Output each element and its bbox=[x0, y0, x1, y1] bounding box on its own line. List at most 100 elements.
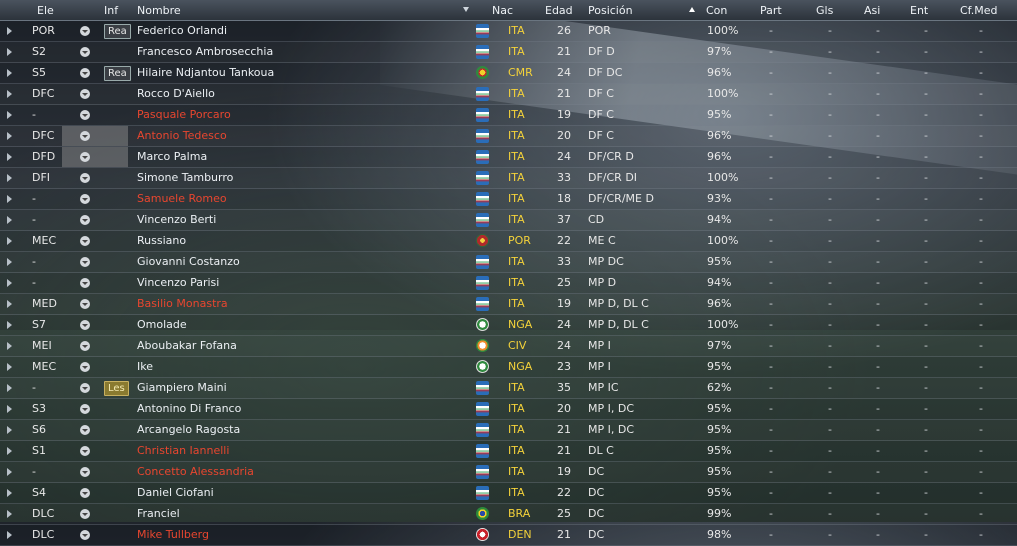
position-slot[interactable]: - bbox=[32, 462, 36, 482]
info-dropdown-icon[interactable] bbox=[80, 404, 90, 414]
position-slot[interactable]: S7 bbox=[32, 315, 46, 335]
col-nombre[interactable]: Nombre bbox=[137, 0, 181, 20]
info-dropdown-icon[interactable] bbox=[80, 215, 90, 225]
info-dropdown-icon[interactable] bbox=[80, 68, 90, 78]
sort-down-icon[interactable] bbox=[463, 7, 469, 12]
table-row[interactable]: S6 Arcangelo Ragosta ITA 21 MP I, DC 95% - - - - - bbox=[0, 420, 1017, 441]
col-edad[interactable]: Edad bbox=[545, 0, 573, 20]
expand-arrow-icon[interactable] bbox=[7, 195, 12, 203]
col-ent[interactable]: Ent bbox=[910, 0, 928, 20]
info-dropdown-icon[interactable] bbox=[80, 383, 90, 393]
table-row[interactable]: MED Basilio Monastra ITA 19 MP D, DL C 96% - - -… bbox=[0, 294, 1017, 315]
col-gls[interactable]: Gls bbox=[816, 0, 833, 20]
table-row[interactable]: DFI Simone Tamburro ITA 33 DF/CR DI 100% - - - - - bbox=[0, 168, 1017, 189]
expand-arrow-icon[interactable] bbox=[7, 132, 12, 140]
position-slot[interactable]: - bbox=[32, 210, 36, 230]
player-name[interactable]: Vincenzo Berti bbox=[137, 210, 216, 230]
position-slot[interactable]: DFI bbox=[32, 168, 50, 188]
table-row[interactable]: S5 Rea Hilaire Ndjantou Tankoua CMR 24 DF DC 9… bbox=[0, 63, 1017, 84]
table-row[interactable]: POR Rea Federico Orlandi ITA 26 POR 100% - - - - - bbox=[0, 21, 1017, 42]
expand-arrow-icon[interactable] bbox=[7, 510, 12, 518]
info-dropdown-icon[interactable] bbox=[80, 299, 90, 309]
info-dropdown-icon[interactable] bbox=[80, 278, 90, 288]
player-name[interactable]: Giampiero Maini bbox=[137, 378, 227, 398]
player-name[interactable]: Basilio Monastra bbox=[137, 294, 228, 314]
expand-arrow-icon[interactable] bbox=[7, 447, 12, 455]
col-inf[interactable]: Inf bbox=[104, 0, 118, 20]
player-name[interactable]: Antonino Di Franco bbox=[137, 399, 241, 419]
expand-arrow-icon[interactable] bbox=[7, 90, 12, 98]
player-name[interactable]: Pasquale Porcaro bbox=[137, 105, 231, 125]
info-dropdown-icon[interactable] bbox=[80, 131, 90, 141]
table-row[interactable]: MEC Ike NGA 23 MP I 95% - - - - - bbox=[0, 357, 1017, 378]
info-dropdown-icon[interactable] bbox=[80, 425, 90, 435]
table-row[interactable]: DFC Antonio Tedesco ITA 20 DF C 96% - - - - - bbox=[0, 126, 1017, 147]
info-dropdown-icon[interactable] bbox=[80, 194, 90, 204]
table-row[interactable]: S2 Francesco Ambrosecchia ITA 21 DF D 97% - - - -… bbox=[0, 42, 1017, 63]
expand-arrow-icon[interactable] bbox=[7, 27, 12, 35]
table-row[interactable]: S3 Antonino Di Franco ITA 20 MP I, DC 95% - - - -… bbox=[0, 399, 1017, 420]
expand-arrow-icon[interactable] bbox=[7, 321, 12, 329]
info-dropdown-icon[interactable] bbox=[80, 26, 90, 36]
expand-arrow-icon[interactable] bbox=[7, 405, 12, 413]
table-row[interactable]: S1 Christian Iannelli ITA 21 DL C 95% - - - - - bbox=[0, 441, 1017, 462]
player-name[interactable]: Russiano bbox=[137, 231, 186, 251]
info-dropdown-icon[interactable] bbox=[80, 152, 90, 162]
expand-arrow-icon[interactable] bbox=[7, 363, 12, 371]
player-name[interactable]: Francesco Ambrosecchia bbox=[137, 42, 273, 62]
position-slot[interactable]: MED bbox=[32, 294, 57, 314]
position-slot[interactable]: DFD bbox=[32, 147, 55, 167]
info-dropdown-icon[interactable] bbox=[80, 341, 90, 351]
expand-arrow-icon[interactable] bbox=[7, 111, 12, 119]
table-row[interactable]: - Samuele Romeo ITA 18 DF/CR/ME D 93% - - - - - bbox=[0, 189, 1017, 210]
expand-arrow-icon[interactable] bbox=[7, 237, 12, 245]
position-slot[interactable]: S6 bbox=[32, 420, 46, 440]
player-name[interactable]: Arcangelo Ragosta bbox=[137, 420, 240, 440]
player-name[interactable]: Franciel bbox=[137, 504, 180, 524]
info-dropdown-icon[interactable] bbox=[80, 320, 90, 330]
info-dropdown-icon[interactable] bbox=[80, 173, 90, 183]
position-slot[interactable]: MEI bbox=[32, 336, 52, 356]
expand-arrow-icon[interactable] bbox=[7, 69, 12, 77]
col-part[interactable]: Part bbox=[760, 0, 782, 20]
expand-arrow-icon[interactable] bbox=[7, 174, 12, 182]
position-slot[interactable]: - bbox=[32, 105, 36, 125]
position-slot[interactable]: - bbox=[32, 378, 36, 398]
position-slot[interactable]: DLC bbox=[32, 525, 54, 545]
table-row[interactable]: - Vincenzo Berti ITA 37 CD 94% - - - - - bbox=[0, 210, 1017, 231]
expand-arrow-icon[interactable] bbox=[7, 216, 12, 224]
table-row[interactable]: DLC Mike Tullberg DEN 21 DC 98% - - - - - bbox=[0, 525, 1017, 546]
expand-arrow-icon[interactable] bbox=[7, 384, 12, 392]
position-slot[interactable]: S1 bbox=[32, 441, 46, 461]
expand-arrow-icon[interactable] bbox=[7, 468, 12, 476]
expand-arrow-icon[interactable] bbox=[7, 342, 12, 350]
player-name[interactable]: Vincenzo Parisi bbox=[137, 273, 219, 293]
player-name[interactable]: Concetto Alessandria bbox=[137, 462, 254, 482]
info-dropdown-icon[interactable] bbox=[80, 509, 90, 519]
position-slot[interactable]: DFC bbox=[32, 84, 54, 104]
table-row[interactable]: DFC Rocco D'Aiello ITA 21 DF C 100% - - - - - bbox=[0, 84, 1017, 105]
position-slot[interactable]: S2 bbox=[32, 42, 46, 62]
info-dropdown-icon[interactable] bbox=[80, 47, 90, 57]
position-slot[interactable]: MEC bbox=[32, 231, 56, 251]
info-dropdown-icon[interactable] bbox=[80, 89, 90, 99]
col-posicion[interactable]: Posición bbox=[588, 0, 633, 20]
table-row[interactable]: - Pasquale Porcaro ITA 19 DF C 95% - - - - - bbox=[0, 105, 1017, 126]
expand-arrow-icon[interactable] bbox=[7, 48, 12, 56]
col-cfmed[interactable]: Cf.Med bbox=[960, 0, 998, 20]
table-row[interactable]: DFD Marco Palma ITA 24 DF/CR D 96% - - - - - bbox=[0, 147, 1017, 168]
position-slot[interactable]: S4 bbox=[32, 483, 46, 503]
player-name[interactable]: Federico Orlandi bbox=[137, 21, 227, 41]
player-name[interactable]: Ike bbox=[137, 357, 153, 377]
position-slot[interactable]: S5 bbox=[32, 63, 46, 83]
expand-arrow-icon[interactable] bbox=[7, 426, 12, 434]
col-asi[interactable]: Asi bbox=[864, 0, 880, 20]
info-dropdown-icon[interactable] bbox=[80, 362, 90, 372]
col-ele[interactable]: Ele bbox=[37, 0, 54, 20]
table-row[interactable]: S4 Daniel Ciofani ITA 22 DC 95% - - - - - bbox=[0, 483, 1017, 504]
position-slot[interactable]: POR bbox=[32, 21, 55, 41]
player-name[interactable]: Hilaire Ndjantou Tankoua bbox=[137, 63, 274, 83]
expand-arrow-icon[interactable] bbox=[7, 153, 12, 161]
table-row[interactable]: - Les Giampiero Maini ITA 35 MP IC 62% - - - - - bbox=[0, 378, 1017, 399]
position-slot[interactable]: S3 bbox=[32, 399, 46, 419]
